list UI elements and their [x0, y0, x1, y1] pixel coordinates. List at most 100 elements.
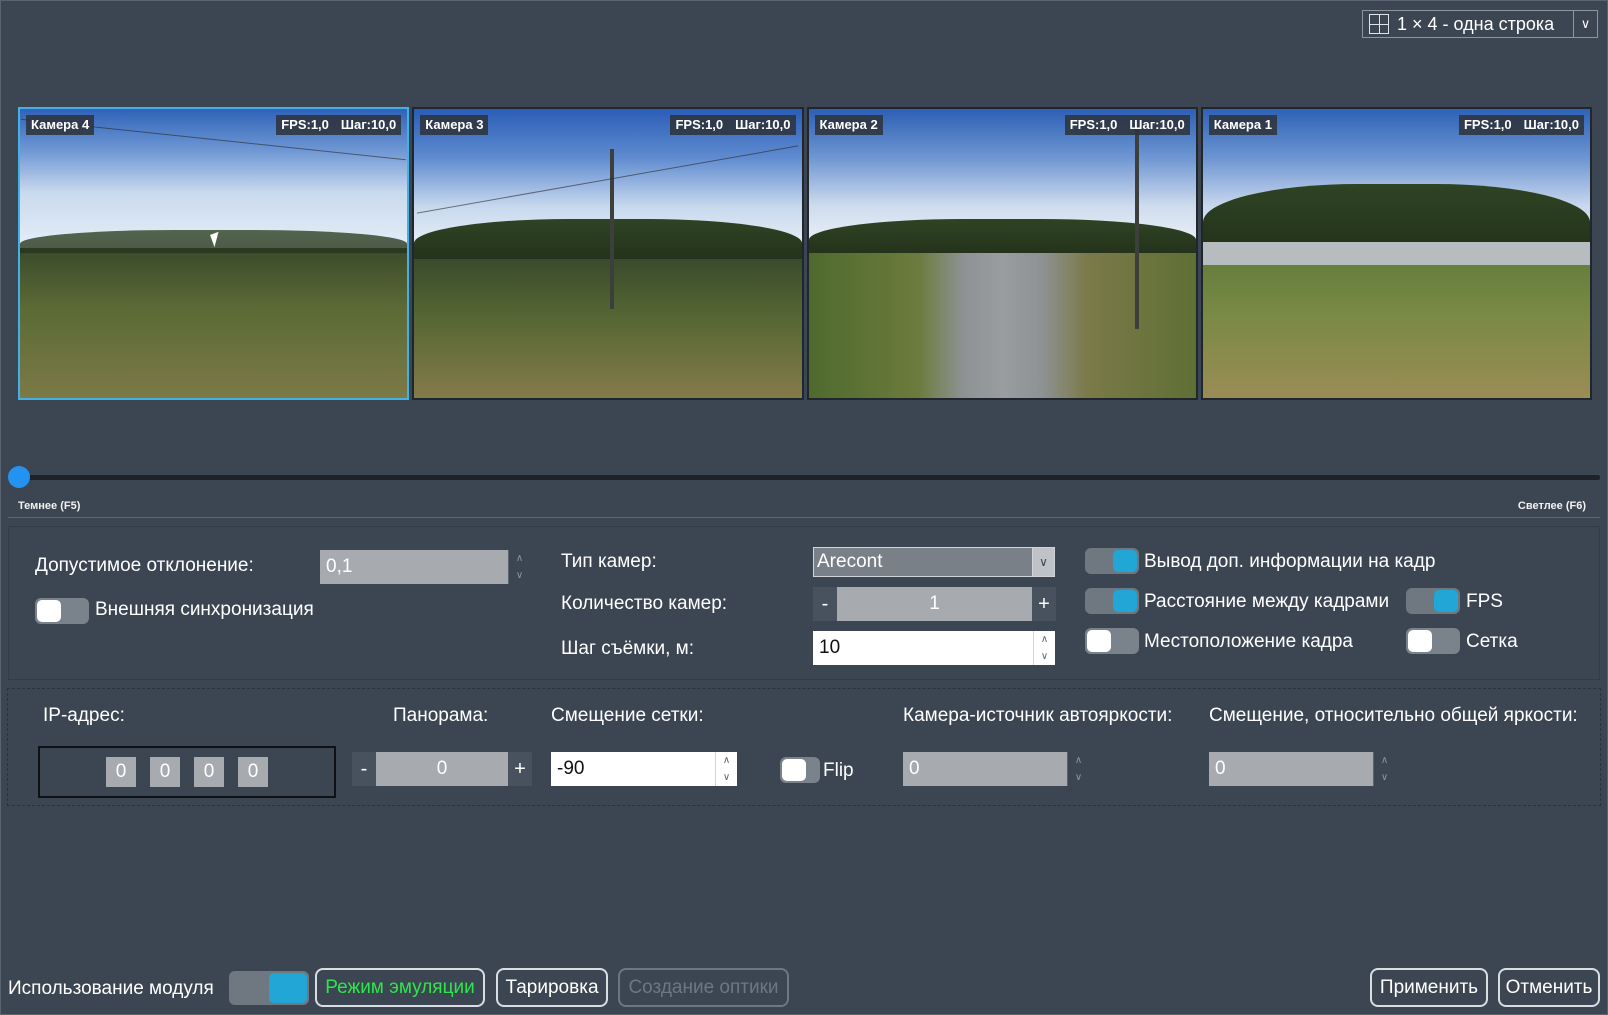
- module-usage-label: Использование модуля: [8, 978, 214, 999]
- grid-offset-spinbox[interactable]: -90 ∧ ∨: [551, 752, 737, 786]
- bright-offset-label: Смещение, относительно общей яркости:: [1209, 705, 1578, 726]
- slider-thumb[interactable]: [8, 466, 30, 488]
- fence: [1202, 241, 1590, 266]
- utility-pole: [1134, 129, 1139, 329]
- apply-button[interactable]: Применить: [1370, 968, 1488, 1007]
- chevron-down-icon[interactable]: ∨: [1032, 548, 1054, 576]
- brighter-label: Светлее (F6): [1517, 500, 1586, 512]
- darker-label: Темнее (F5): [18, 500, 81, 512]
- auto-bright-source-spinbox[interactable]: 0 ∧ ∨: [903, 752, 1089, 786]
- utility-pole: [610, 149, 615, 309]
- chevron-up-icon[interactable]: ∧: [716, 752, 737, 769]
- grid-toggle[interactable]: [1406, 628, 1460, 654]
- shoot-step-spinbox[interactable]: 10 ∧ ∨: [813, 631, 1055, 665]
- tolerance-value: 0,1: [326, 556, 353, 577]
- panorama-stepper[interactable]: - 0 +: [352, 752, 532, 786]
- toggle-knob: [1113, 550, 1137, 572]
- chevron-down-icon[interactable]: ∨: [1573, 11, 1597, 37]
- grid-label: Сетка: [1466, 631, 1518, 652]
- emulation-mode-button[interactable]: Режим эмуляции: [315, 968, 485, 1007]
- decrement-button[interactable]: -: [813, 587, 837, 621]
- slider-track[interactable]: [18, 475, 1600, 480]
- camera-pane-2[interactable]: Камера 2 FPS:1,0 Шаг:10,0: [806, 107, 1198, 400]
- shoot-step-label: Шаг съёмки, м:: [561, 638, 695, 659]
- camera-fps: FPS:1,0: [1463, 117, 1512, 132]
- chevron-up-icon[interactable]: ∧: [1034, 631, 1055, 648]
- ip-octet[interactable]: 0: [194, 757, 224, 787]
- camera-count-value[interactable]: 1: [837, 587, 1032, 621]
- camera-fps: FPS:1,0: [675, 117, 724, 132]
- camera-type-value: Arecont: [817, 551, 883, 572]
- module-usage-toggle[interactable]: [229, 971, 309, 1005]
- spin-arrows[interactable]: ∧ ∨: [508, 550, 530, 584]
- camera-image-ground: [20, 247, 408, 398]
- panorama-label: Панорама:: [393, 705, 489, 726]
- spin-arrows[interactable]: ∧ ∨: [1067, 752, 1089, 786]
- tolerance-spinbox[interactable]: 0,1 ∧ ∨: [320, 550, 530, 584]
- increment-button[interactable]: +: [508, 752, 532, 786]
- camera-step: Шаг:10,0: [1129, 117, 1185, 132]
- frame-distance-label: Расстояние между кадрами: [1144, 591, 1390, 612]
- chevron-down-icon[interactable]: ∨: [1034, 648, 1055, 665]
- flip-toggle[interactable]: [780, 757, 820, 783]
- chevron-down-icon[interactable]: ∨: [1374, 769, 1395, 786]
- auto-bright-source-label: Камера-источник автояркости:: [903, 705, 1173, 726]
- brightness-slider[interactable]: Темнее (F5) Светлее (F6): [8, 465, 1600, 512]
- chevron-down-icon[interactable]: ∨: [1068, 769, 1089, 786]
- toggle-knob: [269, 973, 307, 1003]
- frame-location-toggle[interactable]: [1085, 628, 1139, 654]
- decrement-button[interactable]: -: [352, 752, 376, 786]
- camera-meta: FPS:1,0 Шаг:10,0: [276, 115, 402, 135]
- ip-address-field[interactable]: 0 0 0 0: [38, 746, 336, 798]
- increment-button[interactable]: +: [1032, 587, 1056, 621]
- fps-label: FPS: [1466, 591, 1503, 612]
- chevron-up-icon[interactable]: ∧: [1068, 752, 1089, 769]
- extra-info-toggle[interactable]: [1085, 548, 1139, 574]
- tolerance-label: Допустимое отклонение:: [35, 555, 254, 576]
- camera-step: Шаг:10,0: [1523, 117, 1579, 132]
- toggle-knob: [782, 759, 806, 781]
- bright-offset-value: 0: [1215, 758, 1226, 779]
- layout-dropdown[interactable]: 1 × 4 - одна строка ∨: [1362, 10, 1598, 38]
- treeline: [414, 218, 802, 260]
- create-optics-button[interactable]: Создание оптики: [618, 968, 789, 1007]
- flip-label: Flip: [823, 760, 854, 781]
- spin-arrows[interactable]: ∧ ∨: [1373, 752, 1395, 786]
- toggle-knob: [37, 600, 61, 622]
- ip-octet[interactable]: 0: [150, 757, 180, 787]
- treeline: [1202, 184, 1590, 248]
- camera-pane-1[interactable]: Камера 1 FPS:1,0 Шаг:10,0: [1200, 107, 1592, 400]
- frame-distance-toggle[interactable]: [1085, 588, 1139, 614]
- spin-arrows[interactable]: ∧ ∨: [715, 752, 737, 786]
- frame-location-label: Местоположение кадра: [1144, 631, 1353, 652]
- cancel-button[interactable]: Отменить: [1498, 968, 1600, 1007]
- camera-meta: FPS:1,0 Шаг:10,0: [670, 115, 796, 135]
- grid-icon: [1369, 14, 1389, 34]
- chevron-down-icon[interactable]: ∨: [509, 567, 530, 584]
- ip-octet[interactable]: 0: [238, 757, 268, 787]
- panorama-value[interactable]: 0: [376, 752, 508, 786]
- camera-pane-4[interactable]: Камера 4 FPS:1,0 Шаг:10,0: [18, 107, 410, 400]
- camera-fps: FPS:1,0: [281, 117, 329, 132]
- ip-octet[interactable]: 0: [106, 757, 136, 787]
- shoot-step-value: 10: [819, 637, 841, 658]
- fps-toggle[interactable]: [1406, 588, 1460, 614]
- ext-sync-toggle[interactable]: [35, 598, 89, 624]
- toggle-knob: [1408, 630, 1432, 652]
- camera-step: Шаг:10,0: [340, 117, 397, 132]
- camera-pane-3[interactable]: Камера 3 FPS:1,0 Шаг:10,0: [412, 107, 804, 400]
- camera-meta: FPS:1,0 Шаг:10,0: [1458, 115, 1584, 135]
- chevron-down-icon[interactable]: ∨: [716, 769, 737, 786]
- chevron-up-icon[interactable]: ∧: [1374, 752, 1395, 769]
- spin-arrows[interactable]: ∧ ∨: [1033, 631, 1055, 665]
- bright-offset-spinbox[interactable]: 0 ∧ ∨: [1209, 752, 1395, 786]
- camera-strip: Камера 4 FPS:1,0 Шаг:10,0 Камера 3 FPS:1…: [18, 107, 1592, 400]
- camera-type-select[interactable]: Arecont ∨: [813, 547, 1055, 577]
- camera-type-label: Тип камер:: [561, 551, 657, 572]
- toggle-knob: [1113, 590, 1137, 612]
- camera-count-stepper[interactable]: - 1 +: [813, 587, 1056, 621]
- ip-label: IP-адрес:: [43, 705, 125, 726]
- chevron-up-icon[interactable]: ∧: [509, 550, 530, 567]
- camera-fps: FPS:1,0: [1069, 117, 1118, 132]
- calibration-button[interactable]: Тарировка: [496, 968, 608, 1007]
